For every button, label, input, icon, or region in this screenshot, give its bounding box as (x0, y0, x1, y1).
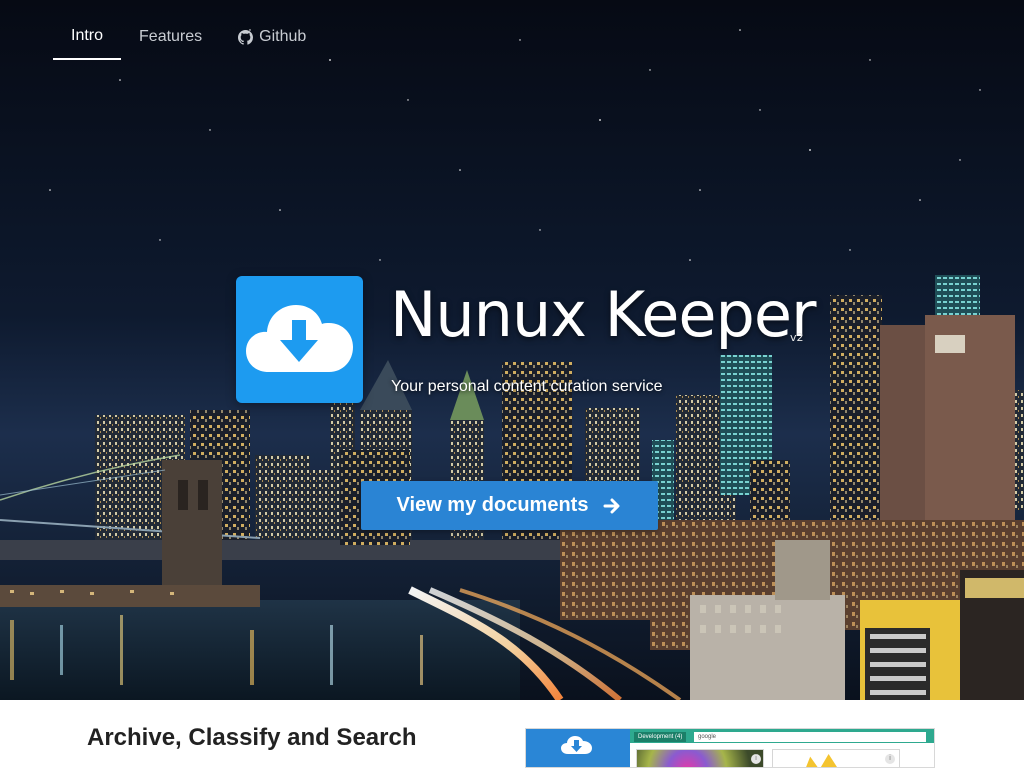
github-icon (238, 29, 254, 45)
app-tagline: Your personal content curation service (391, 378, 663, 395)
app-screenshot-preview: Development (4) google i i (525, 728, 935, 768)
view-documents-button[interactable]: View my documents (361, 481, 658, 530)
top-nav: Intro Features Github (53, 14, 324, 61)
nav-tab-intro-label: Intro (71, 27, 104, 44)
nav-tab-features[interactable]: Features (121, 14, 220, 60)
nav-tab-github-label: Github (259, 28, 307, 45)
version-badge: v2 (790, 331, 804, 344)
app-logo (236, 276, 363, 403)
nav-tab-features-label: Features (139, 28, 203, 45)
preview-tag: Development (4) (634, 732, 687, 742)
nav-tab-github[interactable]: Github (220, 14, 324, 60)
preview-sidebar (526, 729, 630, 767)
section-heading: Archive, Classify and Search (87, 724, 417, 751)
preview-card-image (801, 754, 847, 767)
cloud-download-icon (561, 736, 592, 754)
preview-card: i (636, 749, 764, 767)
hero-banner: Intro Features Github Nunux Keeper v2 Yo… (0, 0, 1024, 700)
cloud-download-icon (246, 305, 353, 372)
app-title: Nunux Keeper (390, 278, 817, 351)
info-icon: i (751, 754, 761, 764)
arrow-right-icon (603, 498, 620, 513)
preview-search: google (694, 732, 926, 742)
view-documents-label: View my documents (396, 494, 589, 516)
info-icon: i (885, 754, 895, 764)
preview-card-image (637, 750, 763, 767)
nav-tab-intro[interactable]: Intro (53, 14, 122, 60)
preview-card: i (772, 749, 900, 767)
